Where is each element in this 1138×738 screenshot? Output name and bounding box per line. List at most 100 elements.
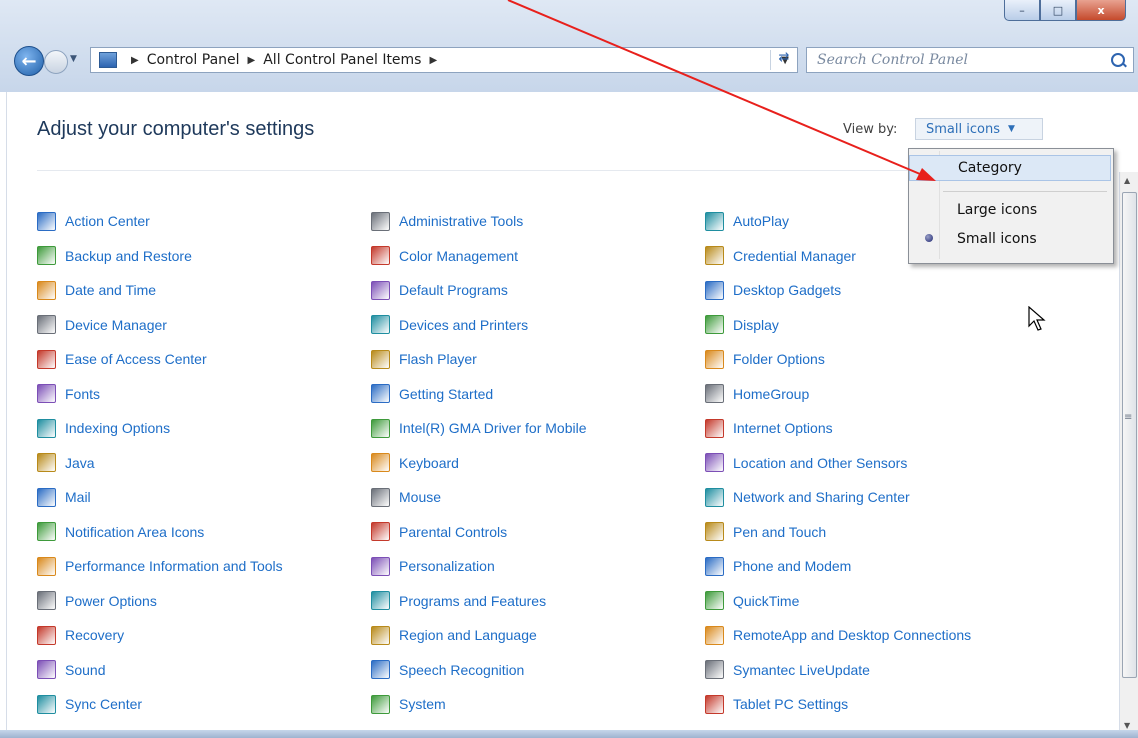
control-panel-item[interactable]: Symantec LiveUpdate <box>705 659 870 681</box>
control-panel-item[interactable]: Sound <box>37 659 105 681</box>
vertical-scrollbar[interactable]: ▲ ≡ ▼ <box>1119 172 1138 734</box>
item-label: Display <box>733 316 779 333</box>
item-label: Internet Options <box>733 420 833 436</box>
control-panel-item[interactable]: Flash Player <box>371 348 477 370</box>
item-label: Programs and Features <box>399 592 547 609</box>
control-panel-item[interactable]: Ease of Access Center <box>37 348 207 370</box>
mouse-cursor-icon <box>1028 306 1046 331</box>
forward-button[interactable] <box>44 50 68 74</box>
control-panel-item[interactable]: Devices and Printers <box>371 314 528 336</box>
control-panel-item[interactable]: Keyboard <box>371 452 459 474</box>
chevron-right-icon[interactable]: ▶ <box>131 55 139 66</box>
scroll-down-icon[interactable]: ▼ <box>1124 721 1130 730</box>
scrollbar-thumb[interactable] <box>1122 192 1137 678</box>
item-label: Mouse <box>399 489 442 505</box>
control-panel-item[interactable]: Region and Language <box>371 624 537 646</box>
item-icon <box>371 384 390 403</box>
search-input[interactable]: Search Control Panel <box>817 52 968 68</box>
item-icon <box>37 349 56 369</box>
control-panel-item[interactable]: HomeGroup <box>705 383 809 405</box>
control-panel-item[interactable]: Credential Manager <box>705 245 856 267</box>
item-label: Flash Player <box>399 351 477 367</box>
address-bar[interactable]: ▶ Control Panel ▶ All Control Panel Item… <box>90 47 798 73</box>
control-panel-item[interactable]: Getting Started <box>371 383 493 405</box>
control-panel-item[interactable]: Date and Time <box>37 279 156 301</box>
item-icon <box>37 487 56 507</box>
control-panel-item[interactable]: Action Center <box>37 210 150 232</box>
control-panel-item[interactable]: Sync Center <box>37 693 142 715</box>
control-panel-item[interactable]: Location and Other Sensors <box>705 452 907 474</box>
item-label: Parental Controls <box>399 523 508 540</box>
item-label: RemoteApp and Desktop Connections <box>733 627 972 643</box>
control-panel-item[interactable]: Folder Options <box>705 348 825 370</box>
control-panel-item[interactable]: System <box>371 693 446 715</box>
control-panel-item[interactable]: RemoteApp and Desktop Connections <box>705 624 971 646</box>
control-panel-item[interactable]: Backup and Restore <box>37 245 192 267</box>
item-label: Recovery <box>65 627 125 643</box>
menu-item-large-icons[interactable]: Large icons <box>909 197 1111 223</box>
item-label: Administrative Tools <box>399 213 524 229</box>
item-label: Keyboard <box>399 454 459 471</box>
control-panel-item[interactable]: Notification Area Icons <box>37 521 204 543</box>
item-icon <box>37 315 56 334</box>
control-panel-item[interactable]: Mail <box>37 486 91 508</box>
refresh-icon[interactable]: ⇄ <box>770 50 797 70</box>
control-panel-item[interactable]: Parental Controls <box>371 521 507 543</box>
control-panel-item[interactable]: Phone and Modem <box>705 555 851 577</box>
menu-item-label: Category <box>958 160 1022 176</box>
control-panel-item[interactable]: AutoPlay <box>705 210 789 232</box>
menu-item-category[interactable]: Category <box>909 155 1111 181</box>
scroll-up-icon[interactable]: ▲ <box>1124 176 1130 185</box>
minimize-button[interactable]: – <box>1004 0 1040 21</box>
menu-item-small-icons[interactable]: Small icons <box>909 226 1111 252</box>
control-panel-item[interactable]: Tablet PC Settings <box>705 693 848 715</box>
item-label: Backup and Restore <box>65 247 192 264</box>
item-label: Getting Started <box>399 385 494 402</box>
window-bottom-border <box>0 730 1138 738</box>
control-panel-item[interactable]: Personalization <box>371 555 495 577</box>
control-panel-item[interactable]: Recovery <box>37 624 124 646</box>
control-panel-item[interactable]: Default Programs <box>371 279 508 301</box>
search-box[interactable]: Search Control Panel <box>806 47 1134 73</box>
control-panel-item[interactable]: Device Manager <box>37 314 167 336</box>
control-panel-item[interactable]: Internet Options <box>705 417 833 439</box>
maximize-button[interactable]: □ <box>1040 0 1076 21</box>
control-panel-item[interactable]: Performance Information and Tools <box>37 555 283 577</box>
control-panel-item[interactable]: Network and Sharing Center <box>705 486 910 508</box>
item-label: Default Programs <box>399 282 508 298</box>
control-panel-item[interactable]: Intel(R) GMA Driver for Mobile <box>371 417 586 439</box>
item-label: Power Options <box>65 592 157 609</box>
control-panel-item[interactable]: Color Management <box>371 245 518 267</box>
view-by-dropdown[interactable]: Small icons ▼ <box>915 118 1043 140</box>
breadcrumb-control-panel[interactable]: Control Panel <box>147 52 240 68</box>
control-panel-item[interactable]: Indexing Options <box>37 417 170 439</box>
control-panel-item[interactable]: Java <box>37 452 95 474</box>
chevron-down-icon: ▼ <box>1007 124 1015 134</box>
back-button[interactable]: ← <box>14 46 44 76</box>
item-icon <box>705 453 724 472</box>
item-label: Date and Time <box>65 282 157 298</box>
item-label: Color Management <box>399 247 519 264</box>
control-panel-item[interactable]: QuickTime <box>705 590 799 612</box>
page-title: Adjust your computer's settings <box>37 118 315 140</box>
control-panel-item[interactable]: Power Options <box>37 590 157 612</box>
item-icon <box>705 487 724 507</box>
item-label: HomeGroup <box>733 385 810 402</box>
control-panel-item[interactable]: Administrative Tools <box>371 210 523 232</box>
control-panel-item[interactable]: Mouse <box>371 486 441 508</box>
control-panel-item[interactable]: Pen and Touch <box>705 521 826 543</box>
menu-item-label: Small icons <box>957 231 1037 247</box>
control-panel-item[interactable]: Fonts <box>37 383 100 405</box>
breadcrumb-all-items[interactable]: All Control Panel Items <box>263 52 421 68</box>
control-panel-item[interactable]: Speech Recognition <box>371 659 524 681</box>
close-button[interactable]: x <box>1076 0 1126 21</box>
control-panel-item[interactable]: Display <box>705 314 779 336</box>
chevron-right-icon[interactable]: ▶ <box>429 55 437 66</box>
item-icon <box>37 246 56 265</box>
chevron-right-icon[interactable]: ▶ <box>248 55 256 66</box>
control-panel-item[interactable]: Programs and Features <box>371 590 546 612</box>
control-panel-item[interactable]: Desktop Gadgets <box>705 279 841 301</box>
recent-pages-dropdown-icon[interactable]: ▼ <box>70 54 77 64</box>
search-icon[interactable] <box>1111 53 1125 67</box>
item-icon <box>371 522 390 541</box>
